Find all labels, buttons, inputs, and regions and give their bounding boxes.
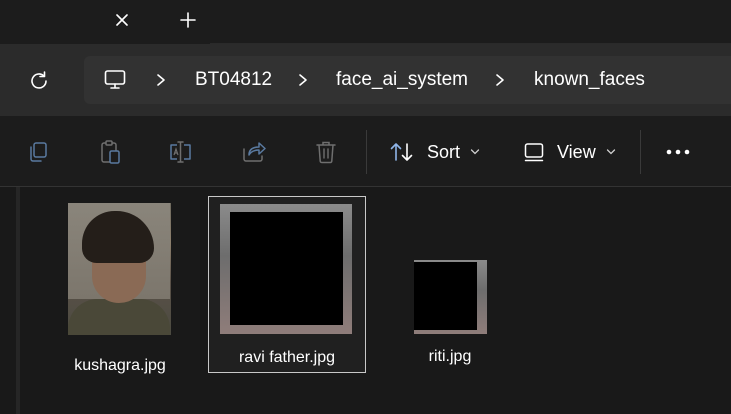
sort-label: Sort xyxy=(427,141,461,162)
file-item-riti[interactable]: riti.jpg xyxy=(395,197,505,373)
toolbar-separator xyxy=(640,130,641,174)
sort-button[interactable]: Sort xyxy=(389,134,480,170)
plus-icon xyxy=(180,12,196,28)
paste-button[interactable] xyxy=(96,138,124,166)
address-bar[interactable]: BT04812 face_ai_system known_faces xyxy=(84,56,731,104)
more-icon xyxy=(666,149,690,155)
file-thumbnail xyxy=(68,203,171,335)
see-more-button[interactable] xyxy=(664,138,692,166)
tab-strip xyxy=(0,0,731,44)
view-icon xyxy=(524,143,544,162)
share-button[interactable] xyxy=(240,138,268,166)
file-name: kushagra.jpg xyxy=(74,357,166,374)
file-name: ravi father.jpg xyxy=(238,349,336,366)
breadcrumb-bt04812[interactable]: BT04812 xyxy=(195,68,272,92)
file-view: kushagra.jpg ravi father.jpg riti.jpg xyxy=(0,187,731,414)
active-tab[interactable] xyxy=(0,0,152,44)
delete-button[interactable] xyxy=(312,138,340,166)
file-item-kushagra[interactable]: kushagra.jpg xyxy=(55,197,185,374)
share-icon xyxy=(243,142,266,162)
file-thumbnail xyxy=(414,260,487,334)
copy-icon xyxy=(30,142,47,162)
breadcrumb-separator-icon[interactable] xyxy=(154,70,168,90)
copy-button[interactable] xyxy=(24,138,52,166)
breadcrumb-face-ai-system[interactable]: face_ai_system xyxy=(336,68,468,92)
command-bar: Sort View xyxy=(0,116,731,187)
chevron-right-icon xyxy=(299,74,307,86)
breadcrumb-separator-icon[interactable] xyxy=(493,70,507,90)
file-name: riti.jpg xyxy=(428,348,472,365)
close-tab-button[interactable] xyxy=(108,6,136,34)
paste-icon xyxy=(101,140,120,164)
view-label: View xyxy=(557,141,596,162)
file-item-ravi-father[interactable]: ravi father.jpg xyxy=(208,196,366,373)
navigation-bar: BT04812 face_ai_system known_faces xyxy=(0,44,731,116)
view-button[interactable]: View xyxy=(523,134,616,170)
chevron-right-icon xyxy=(496,74,504,86)
breadcrumb-separator-icon[interactable] xyxy=(296,70,310,90)
thumbnail-image xyxy=(230,212,343,325)
chevron-right-icon xyxy=(157,74,165,86)
breadcrumb-known-faces[interactable]: known_faces xyxy=(534,68,645,92)
close-icon xyxy=(116,14,128,26)
sort-icon xyxy=(390,143,413,161)
toolbar-separator xyxy=(366,130,367,174)
thumbnail-shirt xyxy=(68,299,170,335)
tab-strip-empty xyxy=(210,0,731,44)
chevron-down-icon xyxy=(606,148,616,156)
thumbnail-image xyxy=(414,262,477,330)
rename-button[interactable] xyxy=(168,138,196,166)
this-pc-button[interactable] xyxy=(100,66,130,94)
chevron-down-icon xyxy=(470,148,480,156)
refresh-icon xyxy=(31,71,47,89)
rename-icon xyxy=(170,141,191,163)
new-tab-button[interactable] xyxy=(174,6,202,34)
refresh-button[interactable] xyxy=(22,64,56,98)
trash-icon xyxy=(316,141,336,164)
navigation-pane-edge xyxy=(16,187,20,414)
file-thumbnail xyxy=(220,204,352,334)
monitor-icon xyxy=(104,70,126,89)
